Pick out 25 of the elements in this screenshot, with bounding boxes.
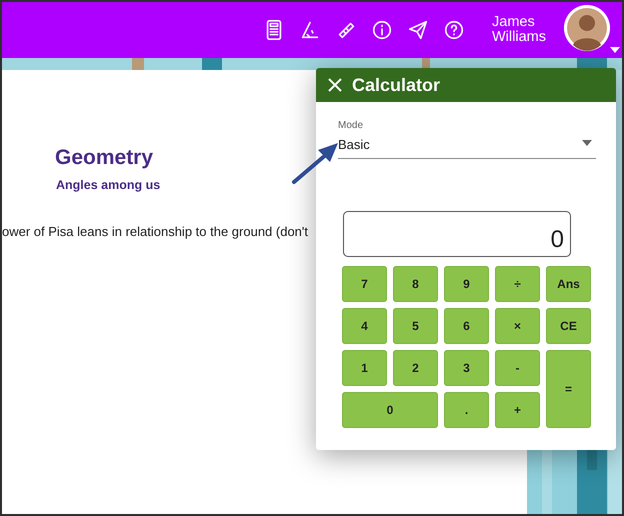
- lesson-title: Geometry: [55, 146, 154, 170]
- calculator-key[interactable]: 2: [393, 350, 438, 386]
- calculator-key[interactable]: 3: [444, 350, 489, 386]
- calculator-key[interactable]: 5: [393, 308, 438, 344]
- calculator-key[interactable]: ÷: [495, 266, 540, 302]
- calculator-key[interactable]: 6: [444, 308, 489, 344]
- user-name: James Williams: [492, 15, 547, 45]
- calculator-key[interactable]: 7: [342, 266, 387, 302]
- calculator-display: 0: [343, 211, 571, 257]
- calculator-key[interactable]: 8: [393, 266, 438, 302]
- calculator-key[interactable]: -: [495, 350, 540, 386]
- lesson-text: ower of Pisa leans in relationship to the ground (don't: [2, 224, 308, 239]
- calculator-key[interactable]: Ans: [546, 266, 591, 302]
- calculator-key[interactable]: 9: [444, 266, 489, 302]
- calculator-key[interactable]: 1: [342, 350, 387, 386]
- calculator-key[interactable]: +: [495, 392, 540, 428]
- calculator-key[interactable]: =: [546, 350, 591, 428]
- calculator-key[interactable]: 4: [342, 308, 387, 344]
- calculator-key[interactable]: ×: [495, 308, 540, 344]
- calculator-key[interactable]: 0: [342, 392, 438, 428]
- calculator-key[interactable]: .: [444, 392, 489, 428]
- lesson-subtitle: Angles among us: [56, 178, 160, 192]
- calculator-title: Calculator: [352, 74, 440, 96]
- calculator-key[interactable]: CE: [546, 308, 591, 344]
- mode-dropdown[interactable]: Mode Basic: [338, 118, 596, 159]
